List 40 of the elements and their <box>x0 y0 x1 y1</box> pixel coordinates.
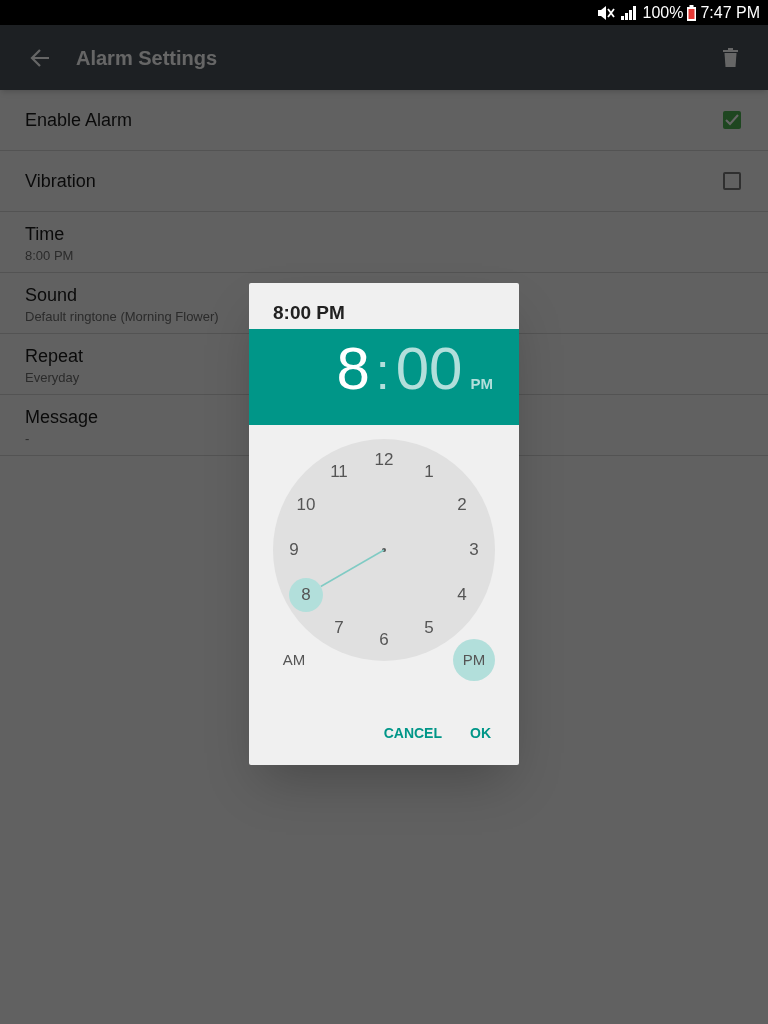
delete-icon[interactable] <box>723 48 738 67</box>
setting-title: Sound <box>25 283 78 307</box>
dialog-button[interactable]: OK <box>458 715 503 752</box>
battery-icon <box>687 4 697 21</box>
dial-number[interactable]: 5 <box>412 610 446 645</box>
dial-number[interactable]: 8 <box>289 578 324 612</box>
dialog-button[interactable]: CANCEL <box>371 715 454 752</box>
dial-number[interactable]: 3 <box>457 533 491 567</box>
dial-number[interactable]: 6 <box>367 623 401 657</box>
minute-value: 00 <box>395 339 463 399</box>
dial-number[interactable]: 4 <box>444 578 479 612</box>
checkbox[interactable] <box>723 172 741 190</box>
dial-number[interactable]: 1 <box>412 455 446 490</box>
setting-title: Repeat <box>25 344 84 368</box>
dialog-title: 8:00 PM <box>273 300 345 325</box>
mute-icon <box>596 5 617 20</box>
period-option[interactable]: AM <box>273 639 315 681</box>
back-icon[interactable] <box>30 48 50 67</box>
checkbox[interactable] <box>723 111 741 129</box>
time-separator: : <box>375 347 390 397</box>
setting-title: Vibration <box>25 169 96 193</box>
clock-hand <box>320 549 385 588</box>
battery-percentage: 100% <box>642 2 684 23</box>
dial-number[interactable]: 11 <box>322 455 356 490</box>
dial-number[interactable]: 9 <box>277 533 311 567</box>
setting-title: Message <box>25 405 99 429</box>
period-label: PM <box>470 374 493 394</box>
period-option[interactable]: PM <box>453 639 495 681</box>
dial-number[interactable]: 10 <box>289 488 324 522</box>
setting-title: Enable Alarm <box>25 108 133 132</box>
setting-title: Time <box>25 222 65 246</box>
dial-number[interactable]: 12 <box>367 443 401 477</box>
status-time: 7:47 PM <box>700 2 760 23</box>
toolbar-title: Alarm Settings <box>76 45 218 71</box>
hour-value: 8 <box>336 339 370 399</box>
signal-icon <box>620 5 639 20</box>
center-dot <box>382 548 386 552</box>
dial-number[interactable]: 2 <box>444 488 479 522</box>
dial-number[interactable]: 7 <box>322 610 356 645</box>
setting-value: - <box>25 430 30 447</box>
